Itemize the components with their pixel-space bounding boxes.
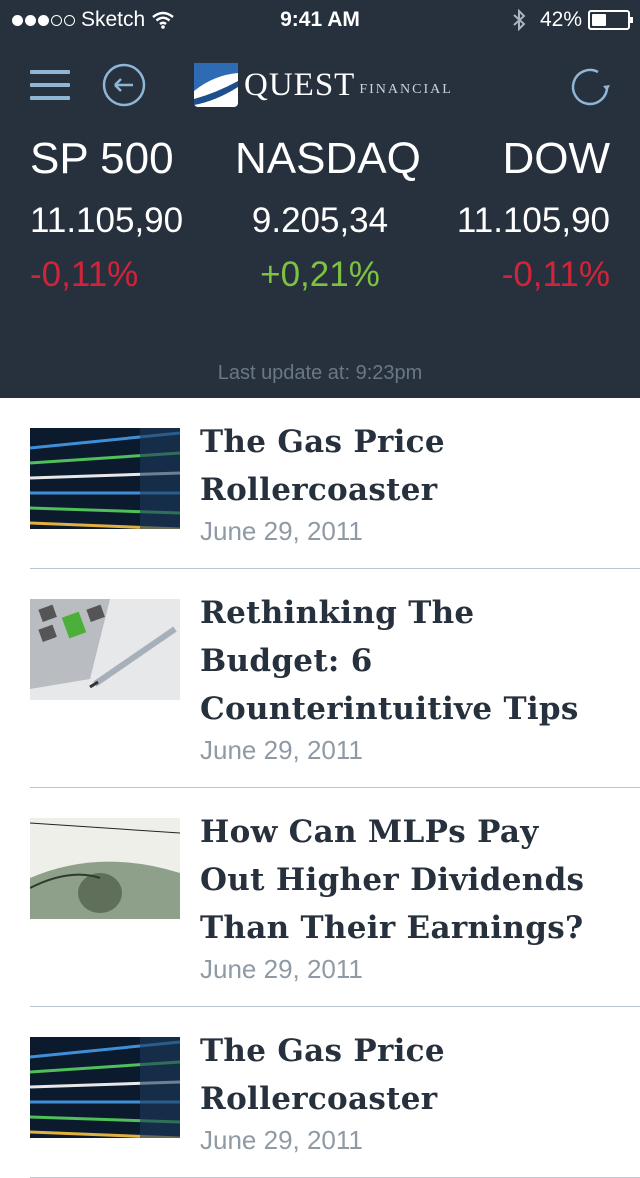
article-date: June 29, 2011 bbox=[200, 516, 363, 546]
index-name: SP 500 bbox=[30, 134, 174, 183]
article-item[interactable]: The Gas Price Rollercoaster June 29, 201… bbox=[30, 398, 640, 569]
status-bar: Sketch 9:41 AM 42% bbox=[0, 0, 640, 40]
index-value: 9.205,34 bbox=[251, 201, 389, 240]
battery-percent: 42% bbox=[539, 8, 582, 31]
brand-subtitle: FINANCIAL bbox=[359, 82, 453, 97]
stock-ticker-thumbnail bbox=[30, 428, 180, 529]
index-nasdaq[interactable]: NASDAQ 9.205,34 +0,21% bbox=[235, 130, 421, 297]
article-item[interactable]: Rethinking The Budget: 6 Counterintuitiv… bbox=[30, 569, 640, 788]
article-item[interactable]: How Can MLPs Pay Out Higher Dividends Th… bbox=[30, 788, 640, 1007]
article-title: The Gas Price Rollercoaster bbox=[200, 1033, 445, 1117]
index-change: -0,11% bbox=[30, 255, 139, 294]
brand-name: QUEST bbox=[244, 66, 356, 103]
article-date: June 29, 2011 bbox=[200, 954, 363, 984]
earnings-thumbnail bbox=[30, 818, 180, 919]
index-name: DOW bbox=[502, 134, 610, 183]
battery-icon bbox=[588, 10, 633, 30]
article-title: How Can MLPs Pay Out Higher Dividends Th… bbox=[200, 814, 585, 946]
article-item[interactable]: The Gas Price Rollercoaster June 29, 201… bbox=[30, 1007, 640, 1178]
nav-bar: QUEST FINANCIAL bbox=[0, 40, 640, 130]
index-value: 11.105,90 bbox=[456, 201, 610, 240]
article-title: The Gas Price Rollercoaster bbox=[200, 424, 445, 508]
index-name: NASDAQ bbox=[235, 134, 421, 183]
back-icon[interactable] bbox=[102, 63, 146, 107]
index-value: 11.105,90 bbox=[30, 201, 184, 240]
index-change: -0,11% bbox=[501, 255, 610, 294]
logo-mark-icon bbox=[194, 63, 238, 107]
market-indices: SP 500 11.105,90 -0,11% NASDAQ 9.205,34 … bbox=[0, 130, 640, 297]
brand-logo: QUEST FINANCIAL bbox=[194, 63, 453, 107]
bluetooth-icon bbox=[513, 9, 526, 31]
article-list: The Gas Price Rollercoaster June 29, 201… bbox=[0, 398, 640, 1178]
article-date: June 29, 2011 bbox=[200, 1125, 363, 1155]
article-title: Rethinking The Budget: 6 Counterintuitiv… bbox=[200, 595, 579, 727]
index-sp500[interactable]: SP 500 11.105,90 -0,11% bbox=[30, 130, 200, 297]
stock-ticker-thumbnail bbox=[30, 1037, 180, 1138]
calculator-thumbnail bbox=[30, 599, 180, 700]
menu-icon[interactable] bbox=[30, 70, 70, 100]
index-change: +0,21% bbox=[260, 255, 380, 294]
index-dow[interactable]: DOW 11.105,90 -0,11% bbox=[440, 130, 610, 297]
last-update-label: Last update at: 9:23pm bbox=[217, 362, 423, 384]
article-date: June 29, 2011 bbox=[200, 735, 363, 765]
refresh-icon[interactable] bbox=[568, 65, 612, 109]
header: Sketch 9:41 AM 42% QUEST FINANCIAL SP 50… bbox=[0, 0, 640, 398]
